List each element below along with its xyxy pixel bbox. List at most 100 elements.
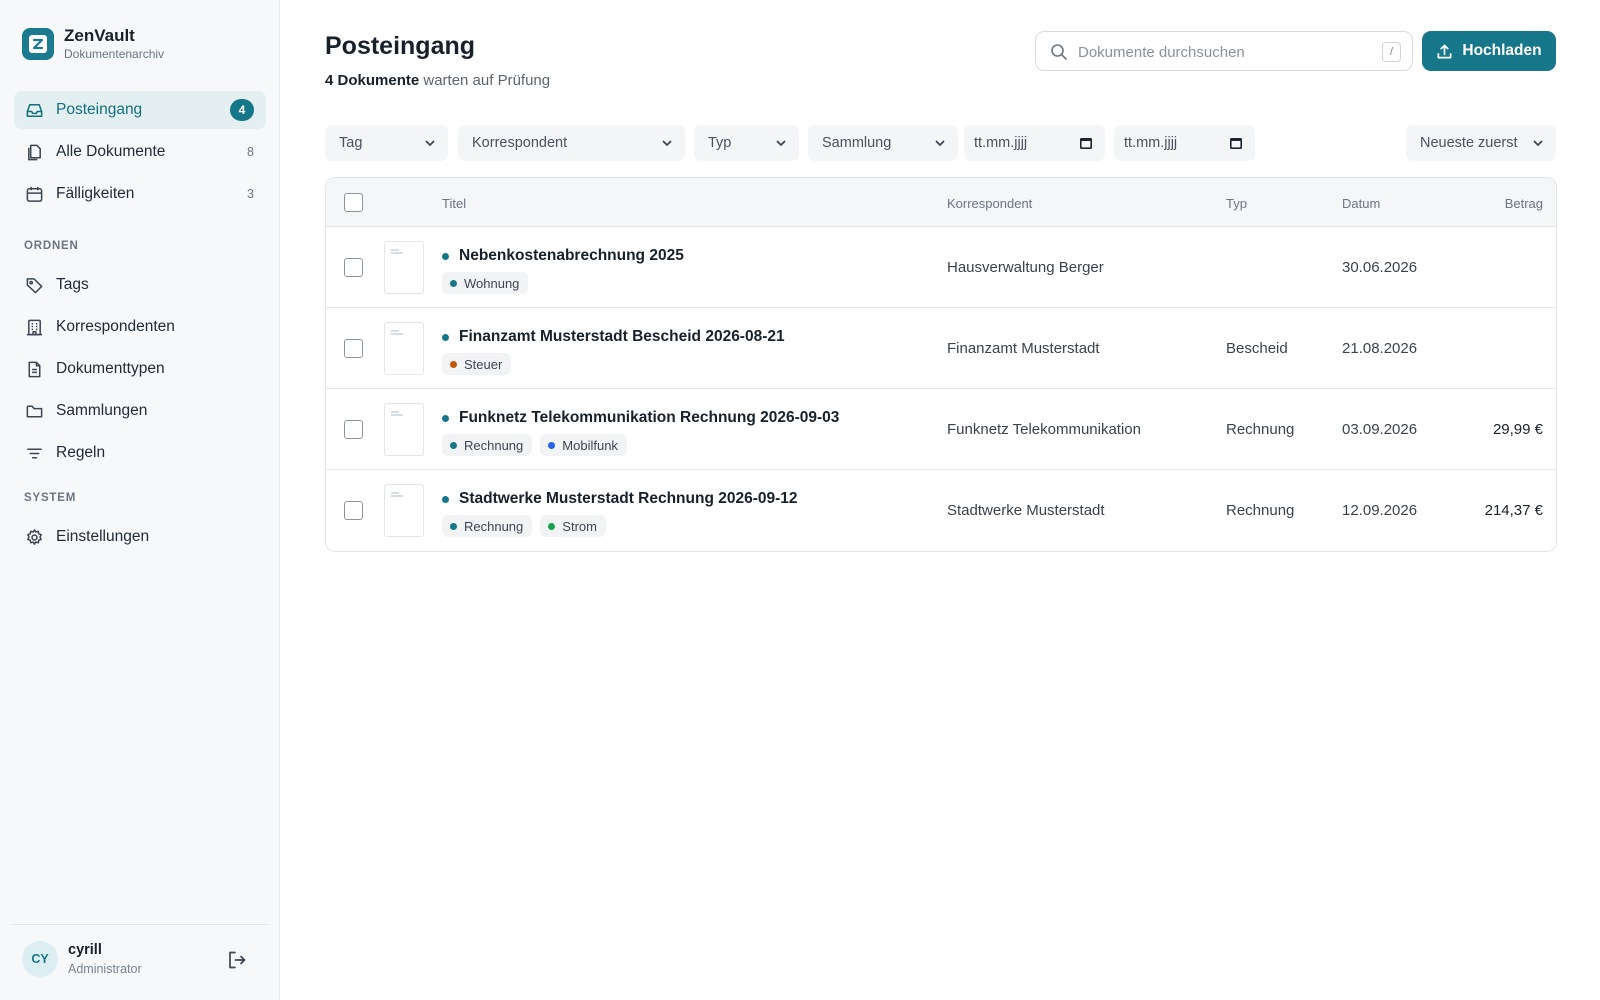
correspondent-cell: Finanzamt Musterstadt [947,340,1100,357]
document-title-link[interactable]: Funknetz Telekommunikation Rechnung 2026… [442,409,839,427]
unread-indicator [442,252,449,260]
search-box: / [1035,31,1413,71]
date-cell: 30.06.2026 [1342,259,1418,276]
sidebar-item-posteingang[interactable]: Posteingang 4 [14,91,266,129]
sidebar-item-dokumenttypen[interactable]: Dokumenttypen [14,350,266,388]
unread-indicator [442,414,449,422]
row-checkbox[interactable] [344,501,363,520]
section-heading-system: SYSTEM [24,492,77,504]
inbox-icon [24,100,44,120]
tag-chip[interactable]: Rechnung [442,515,533,537]
row-checkbox[interactable] [344,339,363,358]
table-row[interactable]: Stadtwerke Musterstadt Rechnung 2026-09-… [326,470,1556,551]
amount-cell: 29,99 € [1492,421,1543,438]
document-title: Finanzamt Musterstadt Bescheid 2026-08-2… [459,328,785,345]
chevron-down-icon [776,140,786,146]
table-row[interactable]: Finanzamt Musterstadt Bescheid 2026-08-2… [326,308,1556,389]
document-thumbnail[interactable] [384,403,424,456]
nav-main: Posteingang 4 Alle Dokumente 8 Fälligkei… [14,91,266,217]
amount-cell: 214,37 € [1484,502,1543,519]
tag-chip[interactable]: Wohnung [442,272,529,294]
document-title-link[interactable]: Nebenkostenabrechnung 2025 [442,247,684,265]
sidebar-item-regeln[interactable]: Regeln [14,434,266,472]
chevron-down-icon [935,140,945,146]
filter-date-to-input[interactable]: tt.mm.jjjj [1114,125,1255,161]
sidebar-item-korrespondenten[interactable]: Korrespondenten [14,308,266,346]
avatar[interactable]: CY [22,941,58,977]
documents-icon [24,142,44,162]
tag-label: Mobilfunk [562,437,618,453]
search-input[interactable] [1078,40,1368,64]
tag-chip[interactable]: Steuer [442,353,512,375]
row-checkbox[interactable] [344,420,363,439]
column-header-date[interactable]: Datum [1342,196,1380,211]
chevron-down-icon [425,140,435,146]
sidebar-item-alle-dokumente[interactable]: Alle Dokumente 8 [14,133,266,171]
tag-label: Rechnung [464,437,524,453]
filter-collection-label: Sammlung [822,135,892,151]
select-all-checkbox[interactable] [344,193,363,212]
filter-tag-label: Tag [339,135,363,151]
user-name: cyrill [68,942,102,958]
column-header-title[interactable]: Titel [442,196,466,211]
tag-chip[interactable]: Strom [540,515,606,537]
sidebar-item-faelligkeiten[interactable]: Fälligkeiten 3 [14,175,266,213]
document-thumbnail[interactable] [384,484,424,537]
correspondent-cell: Funknetz Telekommunikation [947,421,1141,438]
tag-chip[interactable]: Mobilfunk [540,434,627,456]
brand[interactable]: ZenVault Dokumentenarchiv [22,26,164,62]
document-thumbnail[interactable] [384,322,424,375]
sort-select[interactable]: Neueste zuerst [1406,125,1556,161]
sidebar-item-tags[interactable]: Tags [14,266,266,304]
column-header-amount[interactable]: Betrag [1505,196,1543,211]
calendar-icon[interactable] [1079,136,1093,150]
tag-label: Wohnung [464,275,520,291]
brand-subtitle: Dokumentenarchiv [64,47,165,61]
type-cell: Rechnung [1226,502,1295,519]
document-title-link[interactable]: Finanzamt Musterstadt Bescheid 2026-08-2… [442,328,785,346]
filter-collection-select[interactable]: Sammlung [808,125,958,161]
document-title: Stadtwerke Musterstadt Rechnung 2026-09-… [459,490,798,507]
sidebar-item-label: Fälligkeiten [56,185,135,202]
tag-chip[interactable]: Rechnung [442,434,533,456]
tag-list: Rechnung Strom [442,515,614,537]
sidebar-item-label: Tags [56,276,89,293]
row-checkbox[interactable] [344,258,363,277]
sidebar-item-label: Dokumenttypen [56,360,165,377]
calendar-icon[interactable] [1229,136,1243,150]
user-profile: CY cyrill Administrator [12,924,268,1000]
tag-list: Steuer [442,353,519,375]
logout-icon[interactable] [226,949,248,971]
documents-table: Titel Korrespondent Typ Datum Betrag Neb… [325,177,1557,552]
filter-date-from-input[interactable]: tt.mm.jjjj [964,125,1105,161]
pending-count: 4 Dokumente [325,72,420,89]
filter-tag-select[interactable]: Tag [325,125,448,161]
tag-icon [24,275,44,295]
tag-list: Wohnung [442,272,536,294]
nav-system: Einstellungen [14,518,266,560]
nav-organize: Tags Korrespondenten Dokumenttypen Samml… [14,266,266,476]
tag-label: Strom [562,518,597,534]
chevron-down-icon [662,140,672,146]
search-icon [1050,43,1068,61]
table-row[interactable]: Nebenkostenabrechnung 2025 Wohnung Hausv… [326,227,1556,308]
correspondent-cell: Stadtwerke Musterstadt [947,502,1105,519]
table-row[interactable]: Funknetz Telekommunikation Rechnung 2026… [326,389,1556,470]
sidebar-item-sammlungen[interactable]: Sammlungen [14,392,266,430]
user-role: Administrator [68,962,142,976]
gear-icon [24,527,44,547]
calendar-icon [24,184,44,204]
filter-correspondent-label: Korrespondent [472,135,568,151]
document-title-link[interactable]: Stadtwerke Musterstadt Rechnung 2026-09-… [442,490,798,508]
sidebar: ZenVault Dokumentenarchiv Posteingang 4 … [0,0,280,1000]
filter-type-label: Typ [708,135,732,151]
document-thumbnail[interactable] [384,241,424,294]
filter-correspondent-select[interactable]: Korrespondent [458,125,685,161]
type-cell: Bescheid [1226,340,1288,357]
sidebar-item-einstellungen[interactable]: Einstellungen [14,518,266,556]
building-icon [24,317,44,337]
filter-type-select[interactable]: Typ [694,125,799,161]
upload-button[interactable]: Hochladen [1422,31,1556,71]
column-header-type[interactable]: Typ [1226,196,1247,211]
column-header-correspondent[interactable]: Korrespondent [947,196,1032,211]
